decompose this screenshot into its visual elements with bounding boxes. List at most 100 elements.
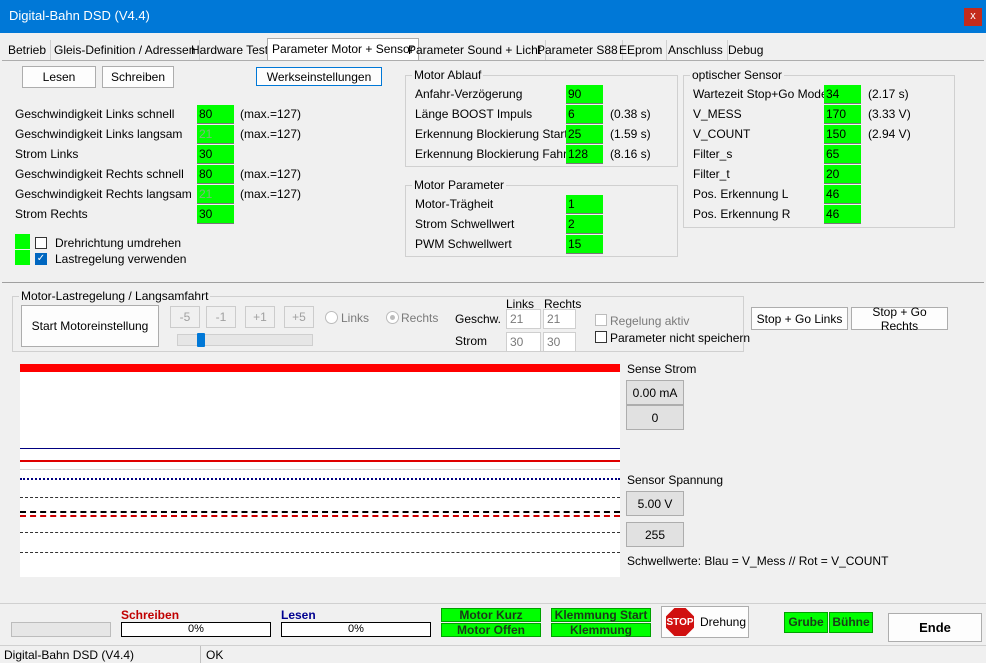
grid-line — [20, 532, 620, 533]
param-value[interactable]: 90 — [566, 85, 603, 104]
param-label: PWM Schwellwert — [415, 237, 512, 251]
speed-slider[interactable] — [177, 333, 313, 347]
param-note: (max.=127) — [240, 167, 302, 181]
write-progress-label: Schreiben — [121, 608, 180, 622]
param-value[interactable]: 65 — [824, 145, 861, 164]
param-label: Erkennung Blockierung Start — [415, 127, 568, 141]
param-value[interactable]: 170 — [824, 105, 861, 124]
write-button[interactable]: Schreiben — [102, 66, 174, 88]
vcount-line — [20, 515, 620, 517]
tab-betrieb[interactable]: Betrieb — [4, 40, 52, 60]
param-value[interactable]: 6 — [566, 105, 603, 124]
tab-parameter-motor-sensor[interactable]: Parameter Motor + Sensor — [267, 38, 419, 61]
group-title: optischer Sensor — [690, 68, 785, 82]
status-message: OK — [206, 648, 224, 662]
step-plus5-button[interactable]: +5 — [284, 306, 314, 328]
section-divider — [2, 282, 984, 283]
threshold-legend: Schwellwerte: Blau = V_Mess // Rot = V_C… — [627, 554, 889, 568]
reverse-checkbox[interactable] — [35, 237, 47, 249]
param-value[interactable]: 30 — [197, 145, 234, 164]
tab-parameter-sound-licht[interactable]: Parameter Sound + Licht — [404, 40, 547, 60]
tab-eeprom[interactable]: EEprom — [615, 40, 668, 60]
window-title: Digital-Bahn DSD (V4.4) — [9, 8, 150, 23]
close-button[interactable]: x — [964, 8, 982, 26]
param-note: (1.59 s) — [610, 127, 651, 141]
param-note: (max.=127) — [240, 187, 302, 201]
param-value[interactable]: 34 — [824, 85, 861, 104]
factory-settings-button[interactable]: Werkseinstellungen — [256, 67, 382, 86]
stop-go-left-button[interactable]: Stop + Go Links — [751, 307, 848, 330]
param-label: Strom Schwellwert — [415, 217, 515, 231]
stop-rotation-button[interactable]: STOP Drehung — [661, 606, 749, 638]
dir-left-radio[interactable] — [325, 311, 338, 324]
tab-hardware-test[interactable]: Hardware Test — [187, 40, 274, 60]
param-value[interactable]: 21 — [197, 185, 234, 204]
start-motor-setup-button[interactable]: Start Motoreinstellung — [21, 305, 159, 347]
load-control-checkbox[interactable]: ✓ — [35, 253, 47, 265]
param-value[interactable]: 15 — [566, 235, 603, 254]
param-note: (8.16 s) — [610, 147, 651, 161]
stage-button[interactable]: Bühne — [829, 612, 873, 633]
param-label: Pos. Erkennung L — [693, 187, 789, 201]
current-bar — [20, 364, 620, 372]
param-label: Erkennung Blockierung Fahrt — [415, 147, 571, 161]
param-label: Geschwindigkeit Rechts schnell — [15, 167, 184, 181]
param-value[interactable]: 128 — [566, 145, 603, 164]
current-left-input[interactable]: 30 — [506, 332, 541, 352]
sense-current-ma: 0.00 mA — [626, 380, 684, 405]
param-note: (2.17 s) — [868, 87, 909, 101]
tab-bar: Betrieb Gleis-Definition / Adressen Hard… — [0, 33, 986, 61]
param-value[interactable]: 80 — [197, 165, 234, 184]
read-button[interactable]: Lesen — [22, 66, 96, 88]
tab-debug[interactable]: Debug — [724, 40, 767, 60]
speed-left-input[interactable]: 21 — [506, 309, 541, 329]
param-value[interactable]: 1 — [566, 195, 603, 214]
main-progress-bar — [11, 622, 111, 637]
current-value-line — [20, 460, 620, 462]
tab-anschluss[interactable]: Anschluss — [664, 40, 728, 60]
param-value[interactable]: 20 — [824, 165, 861, 184]
param-label: Länge BOOST Impuls — [415, 107, 533, 121]
group-title: Motor Ablauf — [412, 68, 484, 82]
current-right-input[interactable]: 30 — [543, 332, 576, 352]
no-save-checkbox[interactable] — [595, 331, 607, 343]
param-note: (0.38 s) — [610, 107, 651, 121]
load-control-label: Lastregelung verwenden — [55, 252, 187, 266]
step-minus1-button[interactable]: -1 — [206, 306, 236, 328]
param-value[interactable]: 25 — [566, 125, 603, 144]
write-progress: 0% — [121, 622, 271, 637]
speed-right-input[interactable]: 21 — [543, 309, 576, 329]
param-label: Geschwindigkeit Rechts langsam — [15, 187, 192, 201]
param-label: Filter_s — [693, 147, 733, 161]
read-progress-label: Lesen — [281, 608, 316, 622]
regulation-active-checkbox[interactable] — [595, 314, 607, 326]
tab-parameter-s88[interactable]: Parameter S88 — [533, 40, 623, 60]
clamp-start-indicator: Klemmung Start — [551, 608, 651, 622]
stop-sign-icon: STOP — [666, 608, 694, 636]
slider-thumb[interactable] — [197, 333, 205, 347]
sensor-voltage-title: Sensor Spannung — [627, 473, 724, 487]
param-value[interactable]: 21 — [197, 125, 234, 144]
status-indicator — [15, 250, 30, 265]
dir-left-label: Links — [341, 311, 370, 325]
param-value[interactable]: 46 — [824, 185, 861, 204]
sense-current-title: Sense Strom — [627, 362, 697, 376]
step-minus5-button[interactable]: -5 — [170, 306, 200, 328]
param-value[interactable]: 2 — [566, 215, 603, 234]
tab-gleis-definition[interactable]: Gleis-Definition / Adressen — [50, 40, 201, 60]
pit-button[interactable]: Grube — [784, 612, 828, 633]
param-label: Wartezeit Stop+Go Mode — [693, 87, 828, 101]
param-value[interactable]: 80 — [197, 105, 234, 124]
status-bar: Digital-Bahn DSD (V4.4) OK — [0, 645, 986, 663]
param-value[interactable]: 150 — [824, 125, 861, 144]
group-title: Motor Parameter — [412, 178, 507, 192]
clamp-indicator: Klemmung — [551, 623, 651, 637]
step-plus1-button[interactable]: +1 — [245, 306, 275, 328]
param-note: (max.=127) — [240, 127, 302, 141]
end-button[interactable]: Ende — [888, 613, 982, 642]
dir-right-radio[interactable] — [386, 311, 399, 324]
param-value[interactable]: 30 — [197, 205, 234, 224]
param-value[interactable]: 46 — [824, 205, 861, 224]
stop-go-right-button[interactable]: Stop + Go Rechts — [851, 305, 948, 333]
row-speed-label: Geschw. — [455, 312, 502, 326]
